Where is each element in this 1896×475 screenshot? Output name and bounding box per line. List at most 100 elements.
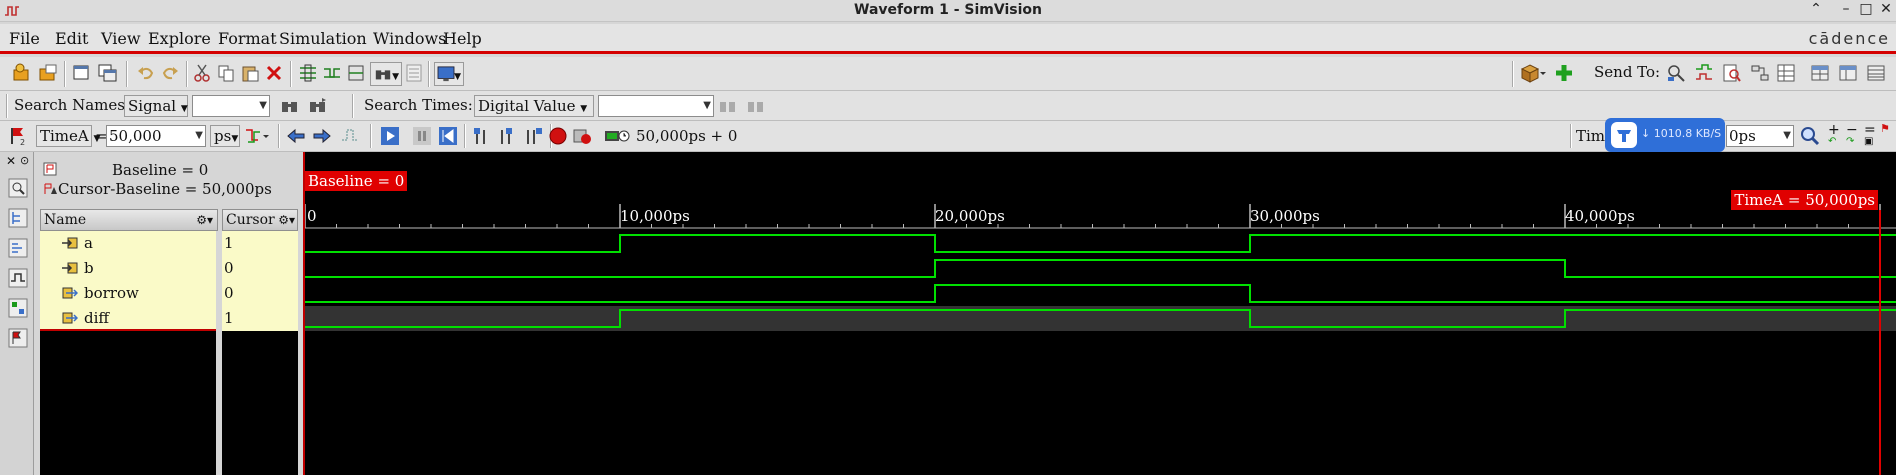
close-panel-icon[interactable]: ✕ — [6, 154, 16, 168]
waveform-trace-borrow[interactable] — [305, 284, 1896, 303]
step-into-icon[interactable] — [498, 126, 518, 146]
undo-icon[interactable] — [136, 63, 156, 83]
search-times-prev-icon[interactable] — [746, 96, 766, 116]
send-to-design-browser-icon[interactable] — [1666, 63, 1686, 83]
time-unit: ps — [214, 127, 232, 145]
redo-icon[interactable] — [160, 63, 180, 83]
list-view-icon[interactable] — [404, 63, 424, 83]
step-out-icon[interactable] — [524, 126, 544, 146]
breakpoint-icon[interactable] — [572, 126, 592, 146]
create-expression-icon[interactable] — [346, 63, 366, 83]
time-value-input[interactable]: 50,000 ▼ — [106, 125, 206, 147]
signal-row-diff[interactable]: diff — [40, 306, 216, 331]
time-unit-select[interactable]: ps▼ — [210, 125, 240, 147]
marker-name: TimeA — [40, 127, 89, 145]
send-to-schematic-icon[interactable] — [1750, 63, 1770, 83]
delete-icon[interactable] — [264, 63, 284, 83]
gear-icon[interactable]: ⚙▾ — [278, 210, 295, 230]
step-icon[interactable] — [472, 126, 492, 146]
send-to-label: Send To: — [1594, 63, 1661, 81]
signal-row-b[interactable]: b — [40, 256, 216, 281]
send-to-memory-icon[interactable] — [1838, 63, 1858, 83]
send-to-table-icon[interactable] — [1810, 63, 1830, 83]
close-icon[interactable]: ✕ — [1876, 1, 1896, 17]
search-names-input[interactable]: ▼ — [192, 95, 270, 117]
create-condition-icon[interactable] — [322, 63, 342, 83]
search-times-label: Search Times: — [364, 96, 473, 114]
search-times-mode-value: Digital Value — [478, 97, 576, 115]
send-to-list-icon[interactable] — [1866, 63, 1886, 83]
send-to-waveform-icon[interactable] — [1694, 63, 1714, 83]
send-to-register-icon[interactable] — [1776, 63, 1796, 83]
next-edge-icon[interactable] — [312, 126, 332, 146]
pause-icon[interactable] — [412, 126, 432, 146]
waveform-trace-a[interactable] — [305, 234, 1896, 253]
cursor-baseline-readout[interactable]: Cursor-Baseline = 50,000ps — [58, 180, 272, 198]
menu-help[interactable]: Help — [443, 29, 482, 48]
search-next-icon[interactable] — [280, 96, 300, 116]
menu-simulation[interactable]: Simulation — [279, 29, 367, 48]
zoom-box-icon[interactable]: ▣ — [1864, 136, 1873, 147]
hierarchy-icon[interactable] — [8, 208, 28, 228]
waveform-trace-b[interactable] — [305, 259, 1896, 278]
run-icon[interactable] — [380, 126, 400, 146]
screenshot-dropdown[interactable]: ▼ — [434, 62, 464, 86]
search-times-input[interactable]: ▼ — [598, 95, 714, 117]
binoculars-dropdown[interactable]: ▼ — [370, 62, 402, 86]
menu-edit[interactable]: Edit — [55, 29, 88, 48]
search-prev-icon[interactable] — [308, 96, 328, 116]
stop-icon[interactable] — [548, 126, 568, 146]
package-icon[interactable] — [1520, 63, 1546, 83]
marker-flag-icon[interactable]: 2 — [8, 126, 28, 146]
search-names-mode[interactable]: Signal ▼ — [124, 95, 188, 117]
timea-marker-label[interactable]: TimeA = 50,000ps — [1731, 190, 1878, 210]
copy-window-icon[interactable] — [98, 63, 118, 83]
baseline-marker-label[interactable]: Baseline = 0 — [305, 171, 408, 191]
schematic-tool-icon[interactable] — [8, 298, 28, 318]
menu-view[interactable]: View — [101, 29, 141, 48]
name-column-header[interactable]: Name ⚙▾ — [40, 209, 218, 231]
marker-select[interactable]: TimeA ▼ — [36, 125, 100, 147]
prev-edge-icon[interactable] — [286, 126, 306, 146]
redo-zoom-icon[interactable]: ↷ — [1846, 136, 1854, 147]
paste-icon[interactable] — [240, 63, 260, 83]
gear-icon[interactable]: ⚙▾ — [196, 210, 213, 230]
menu-explore[interactable]: Explore — [148, 29, 211, 48]
copy-icon[interactable] — [216, 63, 236, 83]
design-browser-icon[interactable] — [8, 178, 28, 198]
search-toolbar: Search Names: Signal ▼ ▼ Search Times: D… — [0, 91, 1896, 121]
maximize-icon[interactable]: □ — [1856, 1, 1876, 17]
collapse-icon[interactable]: ⌃ — [1806, 1, 1826, 17]
minimize-icon[interactable]: – — [1836, 1, 1856, 17]
open-database-icon[interactable] — [12, 63, 32, 83]
marker-zoom-icon[interactable]: ⚑ — [1880, 122, 1890, 135]
rewind-icon[interactable] — [438, 126, 458, 146]
marker-menu-icon[interactable] — [244, 126, 270, 146]
signal-group-icon[interactable] — [8, 238, 28, 258]
float-panel-icon[interactable]: ⊙ — [20, 154, 29, 167]
cursor-column-header[interactable]: Cursor ⚙▾ — [222, 209, 298, 231]
waveform-pane[interactable] — [303, 152, 1896, 475]
time-range-input[interactable]: 0ps ▼ — [1726, 125, 1794, 147]
search-times-mode[interactable]: Digital Value ▼ — [474, 95, 594, 117]
menu-windows[interactable]: Windows — [373, 29, 446, 48]
add-icon[interactable] — [1554, 63, 1574, 83]
menu-format[interactable]: Format — [218, 29, 277, 48]
edge-search-icon[interactable] — [340, 126, 360, 146]
send-to-source-icon[interactable] — [1722, 63, 1742, 83]
baseline-readout[interactable]: Baseline = 0 — [112, 161, 208, 179]
waveform-tool-icon[interactable] — [8, 268, 28, 288]
signal-row-a[interactable]: a — [40, 231, 216, 256]
new-window-icon[interactable] — [72, 63, 92, 83]
signal-value: 1 — [222, 306, 298, 331]
reinvoke-icon[interactable] — [38, 63, 58, 83]
menu-file[interactable]: File — [9, 29, 40, 48]
signal-row-borrow[interactable]: borrow — [40, 281, 216, 306]
network-speed-widget[interactable]: ↓ 1010.8 KB/S — [1605, 118, 1725, 152]
create-bus-icon[interactable] — [298, 63, 318, 83]
undo-zoom-icon[interactable]: ↶ — [1828, 136, 1836, 147]
cut-icon[interactable] — [192, 63, 212, 83]
zoom-icon[interactable] — [1800, 126, 1820, 146]
search-times-next-icon[interactable] — [718, 96, 738, 116]
marker-tool-icon[interactable] — [8, 328, 28, 348]
